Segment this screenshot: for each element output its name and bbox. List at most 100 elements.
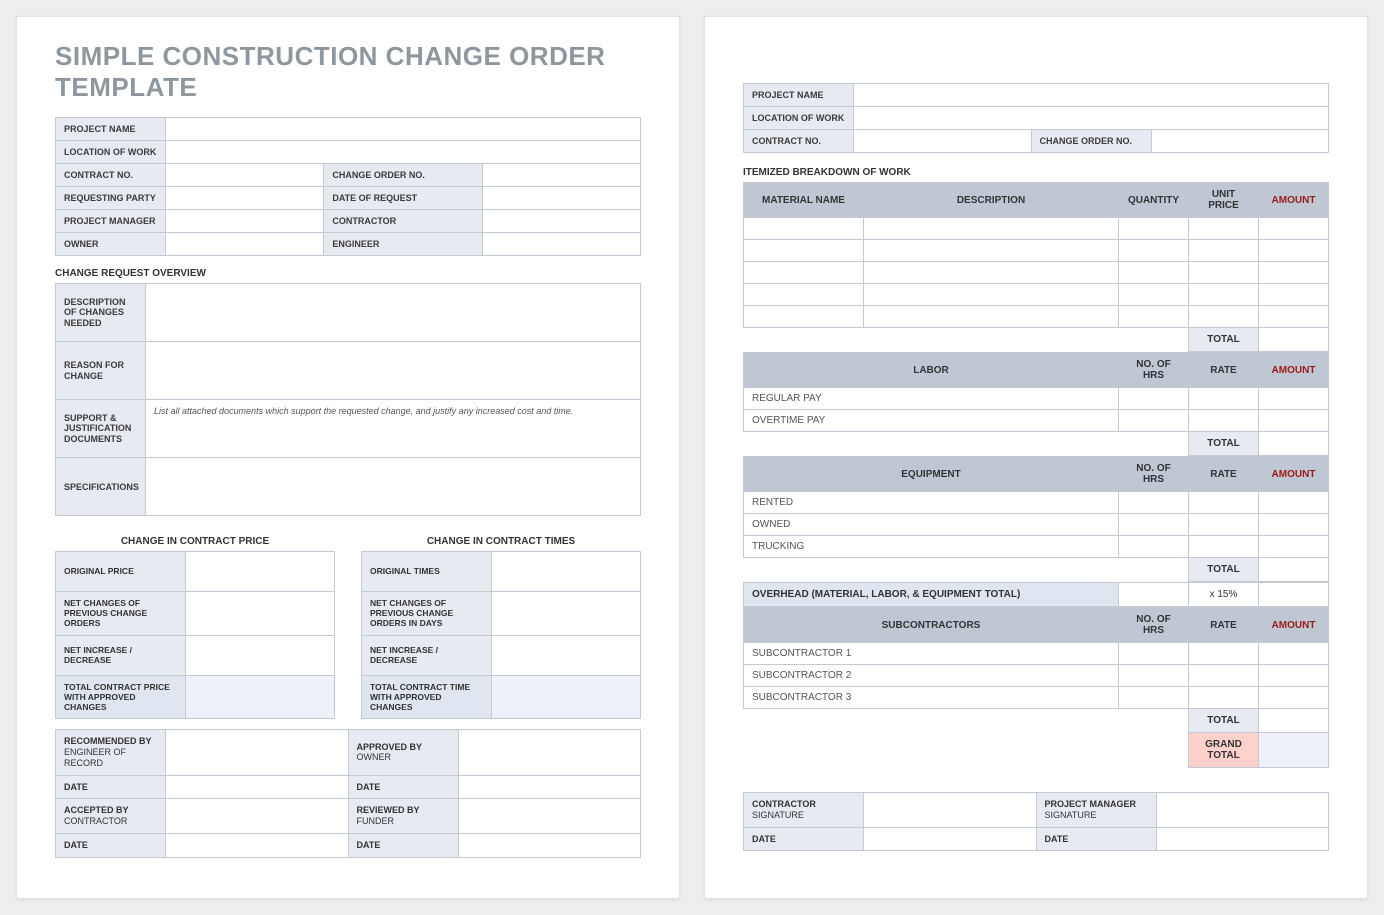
lbl-sub-total: TOTAL xyxy=(1189,709,1259,733)
hdr-rate: RATE xyxy=(1189,353,1259,388)
field-sig-date-contractor[interactable] xyxy=(864,827,1037,851)
field-sub-total[interactable] xyxy=(1259,709,1329,733)
field-project-name[interactable] xyxy=(166,118,641,141)
field-net-prev-price[interactable] xyxy=(186,592,335,636)
lbl-desc-changes: DESCRIPTION OF CHANGES NEEDED xyxy=(56,284,146,342)
lbl-project-manager: PROJECT MANAGER xyxy=(56,210,166,233)
material-row xyxy=(744,218,1329,240)
row-sub2: SUBCONTRACTOR 2 xyxy=(744,665,1119,687)
lbl-reason: REASON FOR CHANGE xyxy=(56,342,146,400)
lbl-contract-no: CONTRACT NO. xyxy=(56,164,166,187)
subcontractors-table: SUBCONTRACTORS NO. OF HRS RATE AMOUNT SU… xyxy=(743,607,1329,768)
lbl-materials-total: TOTAL xyxy=(1189,328,1259,352)
lbl-date-of-request: DATE OF REQUEST xyxy=(324,187,482,210)
field-date-1[interactable] xyxy=(166,775,349,799)
hdr-amount-labor: AMOUNT xyxy=(1259,353,1329,388)
time-block: CHANGE IN CONTRACT TIMES ORIGINAL TIMES … xyxy=(361,524,641,719)
p2-field-change-order-no[interactable] xyxy=(1151,130,1329,153)
field-desc-changes[interactable] xyxy=(146,284,641,342)
hdr-no-hrs: NO. OF HRS xyxy=(1119,353,1189,388)
row-trucking: TRUCKING xyxy=(744,536,1119,558)
lbl-net-inc-dec-time: NET INCREASE / DECREASE xyxy=(362,635,492,675)
p2-field-location[interactable] xyxy=(854,107,1329,130)
lbl-date-3: DATE xyxy=(56,833,166,857)
field-labor-total[interactable] xyxy=(1259,432,1329,456)
field-net-inc-dec-time[interactable] xyxy=(492,635,641,675)
row-regular-pay: REGULAR PAY xyxy=(744,388,1119,410)
field-overhead-amount[interactable] xyxy=(1259,583,1329,607)
hdr-amount: AMOUNT xyxy=(1259,183,1329,218)
material-row xyxy=(744,240,1329,262)
row-rented: RENTED xyxy=(744,492,1119,514)
field-sig-date-pm[interactable] xyxy=(1156,827,1329,851)
field-approved-by[interactable] xyxy=(458,730,641,775)
field-owner[interactable] xyxy=(166,233,324,256)
materials-table: MATERIAL NAME DESCRIPTION QUANTITY UNIT … xyxy=(743,182,1329,352)
lbl-date-2: DATE xyxy=(348,775,458,799)
field-reviewed-by[interactable] xyxy=(458,799,641,834)
overview-title: CHANGE REQUEST OVERVIEW xyxy=(55,268,641,279)
field-recommended-by[interactable] xyxy=(166,730,349,775)
p2-lbl-change-order-no: CHANGE ORDER NO. xyxy=(1031,130,1151,153)
lbl-total-time: TOTAL CONTRACT TIME WITH APPROVED CHANGE… xyxy=(362,675,492,719)
field-date-2[interactable] xyxy=(458,775,641,799)
lbl-sig-contractor: CONTRACTOR SIGNATURE xyxy=(744,793,864,828)
field-accepted-by[interactable] xyxy=(166,799,349,834)
field-date-of-request[interactable] xyxy=(482,187,640,210)
row-sub3: SUBCONTRACTOR 3 xyxy=(744,687,1119,709)
field-date-4[interactable] xyxy=(458,833,641,857)
field-support-docs[interactable]: List all attached documents which suppor… xyxy=(146,400,641,458)
field-total-price[interactable] xyxy=(186,675,335,719)
row-sub1: SUBCONTRACTOR 1 xyxy=(744,643,1119,665)
field-specs[interactable] xyxy=(146,458,641,516)
field-contractor[interactable] xyxy=(482,210,640,233)
field-original-price[interactable] xyxy=(186,552,335,592)
lbl-reviewed-by: REVIEWED BY FUNDER xyxy=(348,799,458,834)
hdr-material-name: MATERIAL NAME xyxy=(744,183,864,218)
materials-total-row: TOTAL xyxy=(744,328,1329,352)
lbl-sig-date-pm: DATE xyxy=(1036,827,1156,851)
field-requesting-party[interactable] xyxy=(166,187,324,210)
time-table: ORIGINAL TIMES NET CHANGES OF PREVIOUS C… xyxy=(361,551,641,719)
p2-lbl-project-name: PROJECT NAME xyxy=(744,84,854,107)
field-project-manager[interactable] xyxy=(166,210,324,233)
lbl-total-price: TOTAL CONTRACT PRICE WITH APPROVED CHANG… xyxy=(56,675,186,719)
price-time-row: CHANGE IN CONTRACT PRICE ORIGINAL PRICE … xyxy=(55,524,641,719)
p2-field-contract-no[interactable] xyxy=(854,130,1032,153)
price-table: ORIGINAL PRICE NET CHANGES OF PREVIOUS C… xyxy=(55,551,335,719)
lbl-requesting-party: REQUESTING PARTY xyxy=(56,187,166,210)
field-contract-no[interactable] xyxy=(166,164,324,187)
field-reason[interactable] xyxy=(146,342,641,400)
lbl-date-1: DATE xyxy=(56,775,166,799)
page-title: SIMPLE CONSTRUCTION CHANGE ORDER TEMPLAT… xyxy=(55,41,641,103)
field-net-prev-time[interactable] xyxy=(492,592,641,636)
field-net-inc-dec-price[interactable] xyxy=(186,635,335,675)
lbl-recommended-by: RECOMMENDED BY ENGINEER OF RECORD xyxy=(56,730,166,775)
lbl-grand-total: GRAND TOTAL xyxy=(1189,733,1259,768)
field-equipment-total[interactable] xyxy=(1259,558,1329,582)
field-change-order-no[interactable] xyxy=(482,164,640,187)
field-date-3[interactable] xyxy=(166,833,349,857)
material-row xyxy=(744,284,1329,306)
hdr-unit-price: UNIT PRICE xyxy=(1189,183,1259,218)
field-total-time[interactable] xyxy=(492,675,641,719)
material-row xyxy=(744,262,1329,284)
lbl-project-name: PROJECT NAME xyxy=(56,118,166,141)
lbl-net-prev-time: NET CHANGES OF PREVIOUS CHANGE ORDERS IN… xyxy=(362,592,492,636)
field-location[interactable] xyxy=(166,141,641,164)
field-materials-total[interactable] xyxy=(1259,328,1329,352)
p2-field-project-name[interactable] xyxy=(854,84,1329,107)
lbl-engineer: ENGINEER xyxy=(324,233,482,256)
field-grand-total[interactable] xyxy=(1259,733,1329,768)
header-table: PROJECT NAME LOCATION OF WORK CONTRACT N… xyxy=(55,117,641,256)
field-original-time[interactable] xyxy=(492,552,641,592)
field-sig-contractor[interactable] xyxy=(864,793,1037,828)
lbl-location: LOCATION OF WORK xyxy=(56,141,166,164)
lbl-overhead: OVERHEAD (MATERIAL, LABOR, & EQUIPMENT T… xyxy=(744,583,1119,607)
price-block: CHANGE IN CONTRACT PRICE ORIGINAL PRICE … xyxy=(55,524,335,719)
p2-lbl-location: LOCATION OF WORK xyxy=(744,107,854,130)
lbl-original-price: ORIGINAL PRICE xyxy=(56,552,186,592)
field-sig-pm[interactable] xyxy=(1156,793,1329,828)
lbl-original-time: ORIGINAL TIMES xyxy=(362,552,492,592)
field-engineer[interactable] xyxy=(482,233,640,256)
